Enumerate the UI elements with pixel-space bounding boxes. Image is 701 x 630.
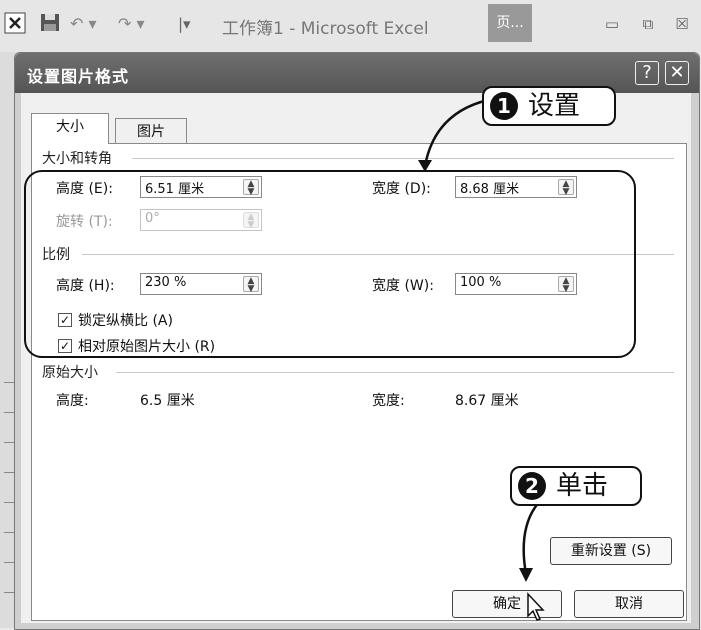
step-number-2: 2 [518, 472, 546, 500]
restore-icon[interactable]: ⧉ [638, 14, 658, 34]
redo-icon[interactable]: ↷ ▾ [118, 12, 148, 36]
minimize-icon[interactable]: ▭ [602, 14, 622, 34]
callout-step1: 1 设置 [482, 86, 616, 126]
undo-icon[interactable]: ↶ ▾ [70, 12, 100, 36]
original-width-label: 宽度: [372, 393, 405, 409]
help-button[interactable]: ? [635, 61, 659, 85]
callout-step1-text: 设置 [528, 91, 581, 121]
close-icon[interactable]: ☒ [672, 14, 692, 34]
tab-picture[interactable]: 图片 [115, 118, 187, 145]
section-size-rotate: 大小和转角 [42, 151, 112, 167]
save-icon[interactable] [40, 12, 62, 36]
reset-button[interactable]: 重新设置 (S) [550, 537, 672, 565]
step-number-1: 1 [490, 92, 518, 120]
ribbon-tab-page[interactable]: 页... [488, 4, 532, 42]
highlight-box [24, 170, 636, 358]
original-height-value: 6.5 厘米 [140, 393, 195, 409]
mouse-cursor-icon [526, 592, 548, 626]
callout-step2: 2 单击 [510, 466, 642, 506]
section-original-size: 原始大小 [42, 365, 98, 381]
customize-icon[interactable]: |▾ [178, 12, 202, 36]
original-height-label: 高度: [56, 393, 89, 409]
cancel-button[interactable]: 取消 [574, 590, 684, 618]
excel-icon[interactable] [4, 12, 28, 36]
dialog-title: 设置图片格式 [27, 67, 130, 86]
original-width-value: 8.67 厘米 [455, 393, 519, 409]
dialog-close-button[interactable]: ✕ [665, 61, 689, 85]
tab-size[interactable]: 大小 [31, 113, 109, 144]
app-titlebar: ↶ ▾ ↷ ▾ |▾ 工作簿1 - Microsoft Excel 页... ▭… [0, 0, 701, 52]
app-title: 工作簿1 - Microsoft Excel [222, 19, 429, 39]
callout-step2-text: 单击 [556, 471, 609, 501]
